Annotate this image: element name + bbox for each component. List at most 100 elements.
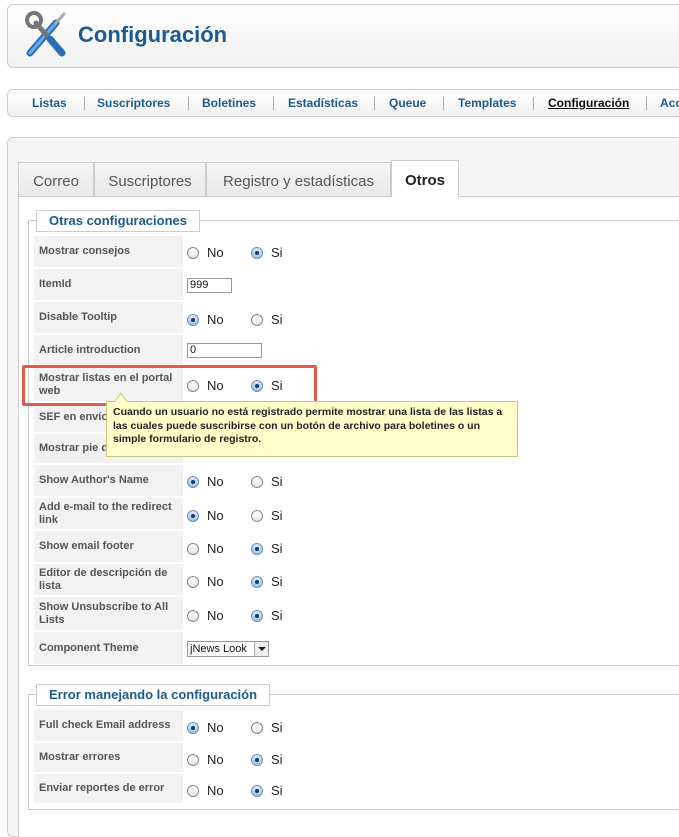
- radio-label: Si: [271, 312, 283, 327]
- radio-no[interactable]: No: [187, 508, 224, 523]
- row-label: Show email footer: [34, 531, 183, 563]
- radio-label: No: [207, 474, 224, 489]
- radio-no[interactable]: No: [187, 752, 224, 767]
- radio-si[interactable]: Si: [251, 312, 283, 327]
- nav-separator: [374, 97, 375, 110]
- row-show-author-name: Show Author's Name No Si: [34, 465, 674, 497]
- row-label: Add e-mail to the redirect link: [34, 498, 183, 530]
- radio-circle-selected: [187, 509, 199, 522]
- radio-circle: [251, 475, 263, 488]
- radio-no[interactable]: No: [187, 312, 224, 327]
- radio-label: Si: [271, 474, 283, 489]
- radio-circle-selected: [251, 753, 263, 766]
- radio-circle: [251, 721, 263, 734]
- radio-label: No: [207, 541, 224, 556]
- nav-item-listas[interactable]: Listas: [32, 96, 67, 110]
- row-label: Component Theme: [34, 632, 183, 665]
- radio-si[interactable]: Si: [251, 752, 283, 767]
- row-show-email-footer: Show email footer No Si: [34, 531, 674, 563]
- radio-no[interactable]: No: [187, 474, 224, 489]
- radio-circle: [187, 246, 199, 259]
- tab-suscriptores[interactable]: Suscriptores: [94, 162, 206, 197]
- row-itemid: ItemId 999: [34, 269, 674, 301]
- row-enviar-reportes: Enviar reportes de error No Si: [34, 774, 674, 804]
- nav-separator: [273, 97, 274, 110]
- radio-circle-selected: [251, 784, 263, 797]
- nav-item-queue[interactable]: Queue: [389, 96, 426, 110]
- nav-separator: [533, 97, 534, 110]
- tab-otros[interactable]: Otros: [391, 160, 459, 197]
- radio-label: No: [207, 312, 224, 327]
- radio-label: Si: [271, 608, 283, 623]
- row-label: Enviar reportes de error: [34, 774, 183, 804]
- radio-no[interactable]: No: [187, 541, 224, 556]
- dropdown-arrow-icon: [254, 642, 268, 656]
- row-label: Editor de descripción de lista: [34, 564, 183, 596]
- nav-item-boletines[interactable]: Boletines: [202, 96, 256, 110]
- nav-item-templates[interactable]: Templates: [458, 96, 516, 110]
- component-theme-select[interactable]: jNews Look: [187, 641, 269, 657]
- radio-no[interactable]: No: [187, 574, 224, 589]
- row-label: Article introduction: [34, 335, 183, 367]
- radio-label: Si: [271, 752, 283, 767]
- row-show-unsubscribe-all: Show Unsubscribe to All Lists No Si: [34, 597, 674, 631]
- row-component-theme: Component Theme jNews Look: [34, 632, 674, 665]
- nav-separator: [188, 97, 189, 110]
- radio-si[interactable]: Si: [251, 245, 283, 260]
- radio-label: No: [207, 245, 224, 260]
- radio-label: Si: [271, 245, 283, 260]
- radio-circle-selected: [187, 475, 199, 488]
- radio-label: No: [207, 720, 224, 735]
- radio-circle-selected: [187, 313, 199, 326]
- radio-label: Si: [271, 783, 283, 798]
- radio-no[interactable]: No: [187, 720, 224, 735]
- itemid-input[interactable]: 999: [187, 278, 232, 293]
- radio-circle-selected: [251, 609, 263, 622]
- radio-si[interactable]: Si: [251, 474, 283, 489]
- radio-label: No: [207, 508, 224, 523]
- radio-circle: [187, 784, 199, 797]
- article-introduction-input[interactable]: 0: [187, 343, 262, 358]
- nav-item-configuracion[interactable]: Configuración: [548, 96, 629, 110]
- radio-circle: [187, 609, 199, 622]
- radio-label: No: [207, 783, 224, 798]
- radio-si[interactable]: Si: [251, 720, 283, 735]
- row-label: ItemId: [34, 269, 183, 301]
- radio-label: Si: [271, 508, 283, 523]
- nav-item-estadisticas[interactable]: Estadísticas: [288, 96, 358, 110]
- radio-label: Si: [271, 574, 283, 589]
- section-legend: Error manejando la configuración: [36, 684, 271, 706]
- nav-item-suscriptores[interactable]: Suscriptores: [97, 96, 170, 110]
- radio-circle: [187, 575, 199, 588]
- radio-label: No: [207, 608, 224, 623]
- row-label: Show Unsubscribe to All Lists: [34, 597, 183, 631]
- row-mostrar-errores: Mostrar errores No Si: [34, 743, 674, 773]
- top-nav: Listas Suscriptores Boletines Estadístic…: [7, 89, 679, 117]
- row-label: Mostrar consejos: [34, 236, 183, 268]
- radio-no[interactable]: No: [187, 783, 224, 798]
- radio-label: No: [207, 752, 224, 767]
- radio-label: Si: [271, 541, 283, 556]
- tooltip: Cuando un usuario no está registrado per…: [106, 401, 518, 457]
- radio-label: Si: [271, 720, 283, 735]
- row-article-introduction: Article introduction 0: [34, 335, 674, 367]
- row-label: Mostrar errores: [34, 743, 183, 773]
- row-label: Full check Email address: [34, 710, 183, 742]
- radio-no[interactable]: No: [187, 245, 224, 260]
- nav-item-acc[interactable]: Acc: [660, 96, 679, 110]
- radio-label: No: [207, 574, 224, 589]
- section-legend: Otras configuraciones: [36, 210, 200, 232]
- tab-registro-estadisticas[interactable]: Registro y estadísticas: [206, 162, 391, 197]
- tab-correo[interactable]: Correo: [18, 162, 94, 197]
- radio-circle-selected: [187, 721, 199, 734]
- radio-si[interactable]: Si: [251, 541, 283, 556]
- radio-si[interactable]: Si: [251, 574, 283, 589]
- nav-separator: [84, 97, 85, 110]
- radio-si[interactable]: Si: [251, 783, 283, 798]
- radio-si[interactable]: Si: [251, 508, 283, 523]
- radio-no[interactable]: No: [187, 608, 224, 623]
- tools-icon: [25, 11, 66, 57]
- radio-si[interactable]: Si: [251, 608, 283, 623]
- nav-separator: [443, 97, 444, 110]
- select-value: jNews Look: [190, 643, 247, 655]
